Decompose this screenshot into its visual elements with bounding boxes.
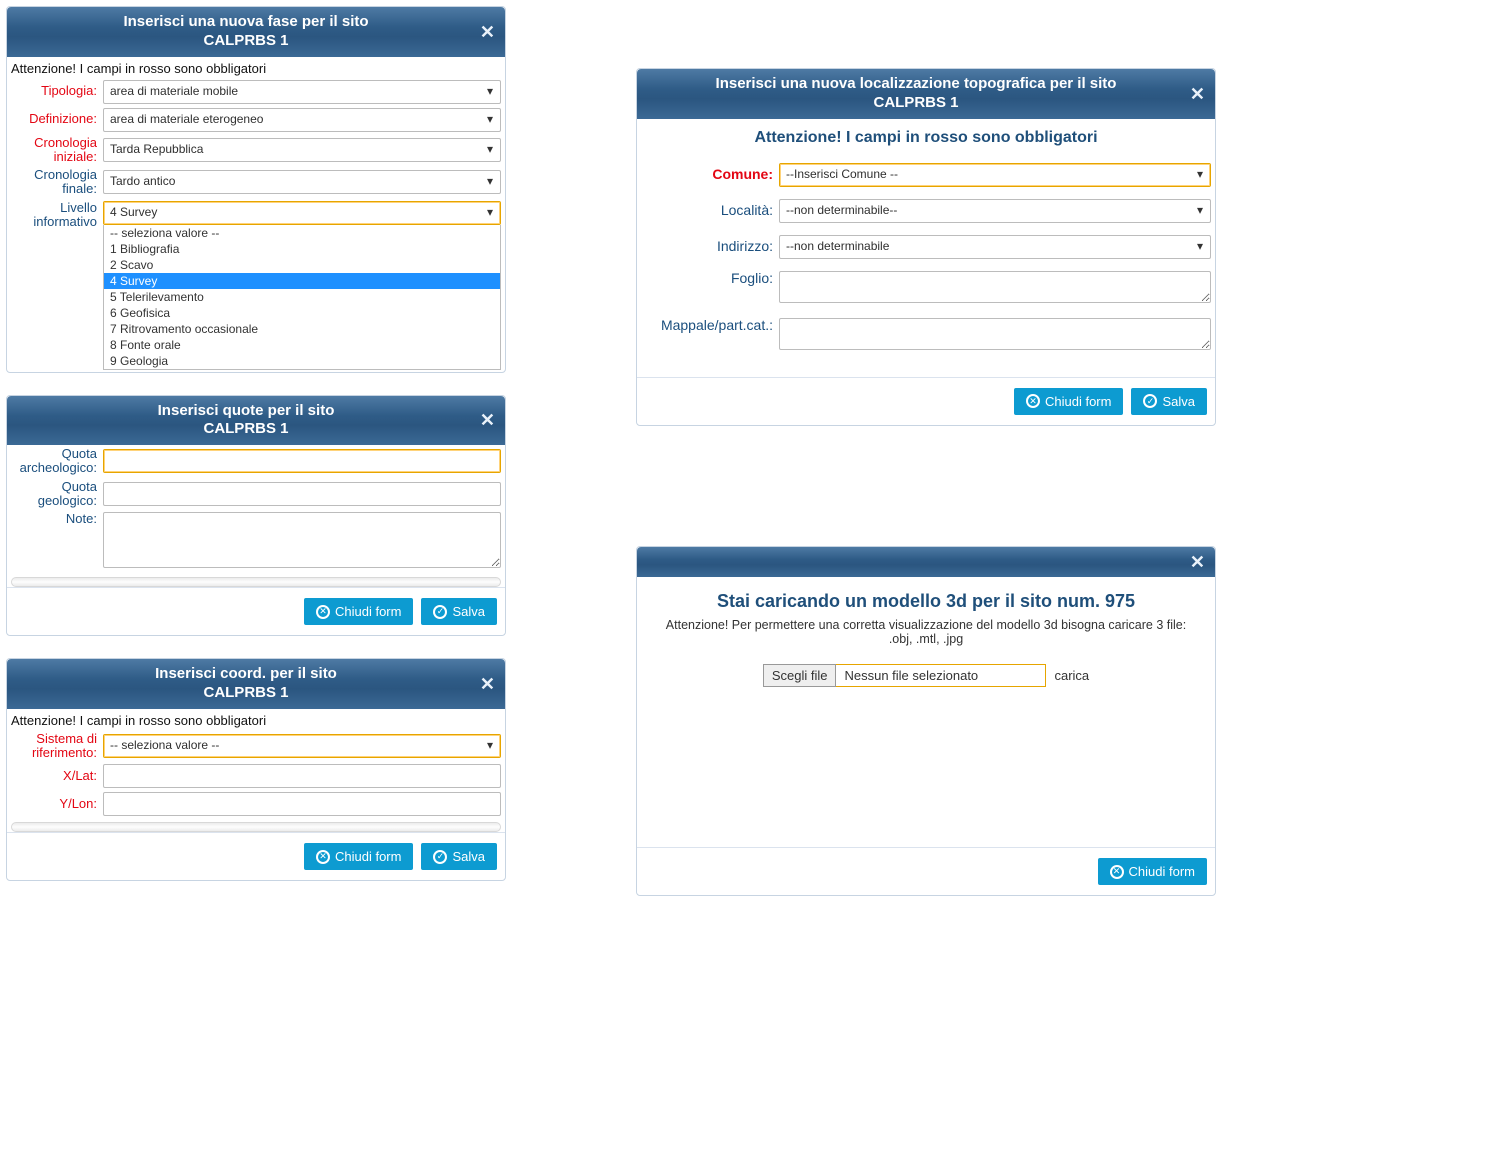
dropdown-option[interactable]: 2 Scavo [104, 257, 500, 273]
upload-submit[interactable]: carica [1054, 668, 1089, 683]
panel-fase-title1: Inserisci una nuova fase per il sito [123, 13, 368, 30]
panel-fase-title2: CALPRBS 1 [203, 32, 288, 49]
scrollbar-horizontal[interactable] [11, 822, 501, 832]
label-comune: Comune: [641, 167, 779, 182]
coord-notice: Attenzione! I campi in rosso sono obblig… [7, 709, 505, 730]
select-comune[interactable]: --Inserisci Comune -- [779, 163, 1211, 187]
panel-fase-header: Inserisci una nuova fase per il sito CAL… [7, 7, 505, 57]
panel-localizzazione: Inserisci una nuova localizzazione topog… [636, 68, 1216, 426]
select-cron-finale[interactable]: Tardo antico [103, 170, 501, 194]
close-button[interactable]: ✕Chiudi form [304, 843, 413, 870]
label-indirizzo: Indirizzo: [641, 239, 779, 254]
panel-loc-title2: CALPRBS 1 [873, 94, 958, 111]
label-ylon: Y/Lon: [11, 797, 103, 811]
dropdown-option[interactable]: 1 Bibliografia [104, 241, 500, 257]
close-circle-icon: ✕ [1110, 865, 1124, 879]
panel-upload-header: ✕ [637, 547, 1215, 578]
close-button[interactable]: ✕Chiudi form [304, 598, 413, 625]
label-tipologia: Tipologia: [11, 84, 103, 98]
label-localita: Località: [641, 203, 779, 218]
dropdown-option[interactable]: 6 Geofisica [104, 305, 500, 321]
dropdown-option[interactable]: 4 Survey [104, 273, 500, 289]
input-quota-geo[interactable] [103, 482, 501, 506]
panel-quote-header: Inserisci quote per il sito CALPRBS 1 ✕ [7, 396, 505, 446]
panel-loc-title1: Inserisci una nuova localizzazione topog… [716, 75, 1117, 92]
save-button[interactable]: ✓Salva [421, 843, 497, 870]
close-circle-icon: ✕ [316, 850, 330, 864]
label-mappale: Mappale/part.cat.: [641, 318, 779, 333]
textarea-foglio[interactable] [779, 271, 1211, 303]
dropdown-option[interactable]: 9 Geologia [104, 353, 500, 369]
input-xlat[interactable] [103, 764, 501, 788]
close-icon[interactable]: ✕ [480, 21, 495, 44]
input-ylon[interactable] [103, 792, 501, 816]
fase-notice: Attenzione! I campi in rosso sono obblig… [7, 57, 505, 78]
close-icon[interactable]: ✕ [480, 409, 495, 432]
dropdown-option[interactable]: -- seleziona valore -- [104, 225, 500, 241]
panel-quote-title1: Inserisci quote per il sito [158, 402, 335, 419]
label-cron-iniziale: Cronologia iniziale: [11, 136, 103, 165]
dropdown-option[interactable]: 5 Telerilevamento [104, 289, 500, 305]
scrollbar-horizontal[interactable] [11, 577, 501, 587]
close-icon[interactable]: ✕ [480, 673, 495, 696]
close-button[interactable]: ✕Chiudi form [1098, 858, 1207, 885]
choose-file-button[interactable]: Scegli file [763, 664, 837, 687]
select-indirizzo[interactable]: --non determinabile [779, 235, 1211, 259]
check-circle-icon: ✓ [1143, 394, 1157, 408]
check-circle-icon: ✓ [433, 605, 447, 619]
loc-subtitle: Attenzione! I campi in rosso sono obblig… [637, 119, 1215, 155]
select-definizione[interactable]: area di materiale eterogeneo [103, 108, 501, 132]
textarea-note[interactable] [103, 512, 501, 568]
panel-quote-title2: CALPRBS 1 [203, 420, 288, 437]
panel-loc-header: Inserisci una nuova localizzazione topog… [637, 69, 1215, 119]
upload-subtitle: Attenzione! Per permettere una corretta … [637, 614, 1215, 660]
panel-fase: Inserisci una nuova fase per il sito CAL… [6, 6, 506, 373]
input-quota-arch[interactable] [103, 449, 501, 473]
label-xlat: X/Lat: [11, 769, 103, 783]
upload-title: Stai caricando un modello 3d per il sito… [637, 577, 1215, 614]
label-livello: Livello informativo [11, 201, 103, 230]
close-button[interactable]: ✕Chiudi form [1014, 388, 1123, 415]
panel-coord-title2: CALPRBS 1 [203, 684, 288, 701]
label-quota-geo: Quota geologico: [11, 480, 103, 509]
label-sistema: Sistema di riferimento: [11, 732, 103, 761]
label-definizione: Definizione: [11, 112, 103, 126]
close-icon[interactable]: ✕ [1190, 551, 1205, 574]
dropdown-livello-options[interactable]: -- seleziona valore --1 Bibliografia2 Sc… [103, 225, 501, 370]
file-name-display: Nessun file selezionato [836, 664, 1046, 687]
panel-coord-title1: Inserisci coord. per il sito [155, 665, 337, 682]
select-tipologia[interactable]: area di materiale mobile [103, 80, 501, 104]
label-foglio: Foglio: [641, 271, 779, 286]
select-sistema[interactable]: -- seleziona valore -- [103, 734, 501, 758]
panel-quote: Inserisci quote per il sito CALPRBS 1 ✕ … [6, 395, 506, 637]
textarea-mappale[interactable] [779, 318, 1211, 350]
select-localita[interactable]: --non determinabile-- [779, 199, 1211, 223]
panel-upload-3d: ✕ Stai caricando un modello 3d per il si… [636, 546, 1216, 897]
select-cron-iniziale[interactable]: Tarda Repubblica [103, 138, 501, 162]
label-cron-finale: Cronologia finale: [11, 168, 103, 197]
label-quota-arch: Quota archeologico: [11, 447, 103, 476]
check-circle-icon: ✓ [433, 850, 447, 864]
close-circle-icon: ✕ [1026, 394, 1040, 408]
panel-coord: Inserisci coord. per il sito CALPRBS 1 ✕… [6, 658, 506, 881]
save-button[interactable]: ✓Salva [421, 598, 497, 625]
dropdown-option[interactable]: 8 Fonte orale [104, 337, 500, 353]
dropdown-option[interactable]: 7 Ritrovamento occasionale [104, 321, 500, 337]
label-note: Note: [11, 512, 103, 526]
save-button[interactable]: ✓Salva [1131, 388, 1207, 415]
close-circle-icon: ✕ [316, 605, 330, 619]
panel-coord-header: Inserisci coord. per il sito CALPRBS 1 ✕ [7, 659, 505, 709]
close-icon[interactable]: ✕ [1190, 83, 1205, 106]
select-livello[interactable]: 4 Survey [103, 201, 501, 225]
